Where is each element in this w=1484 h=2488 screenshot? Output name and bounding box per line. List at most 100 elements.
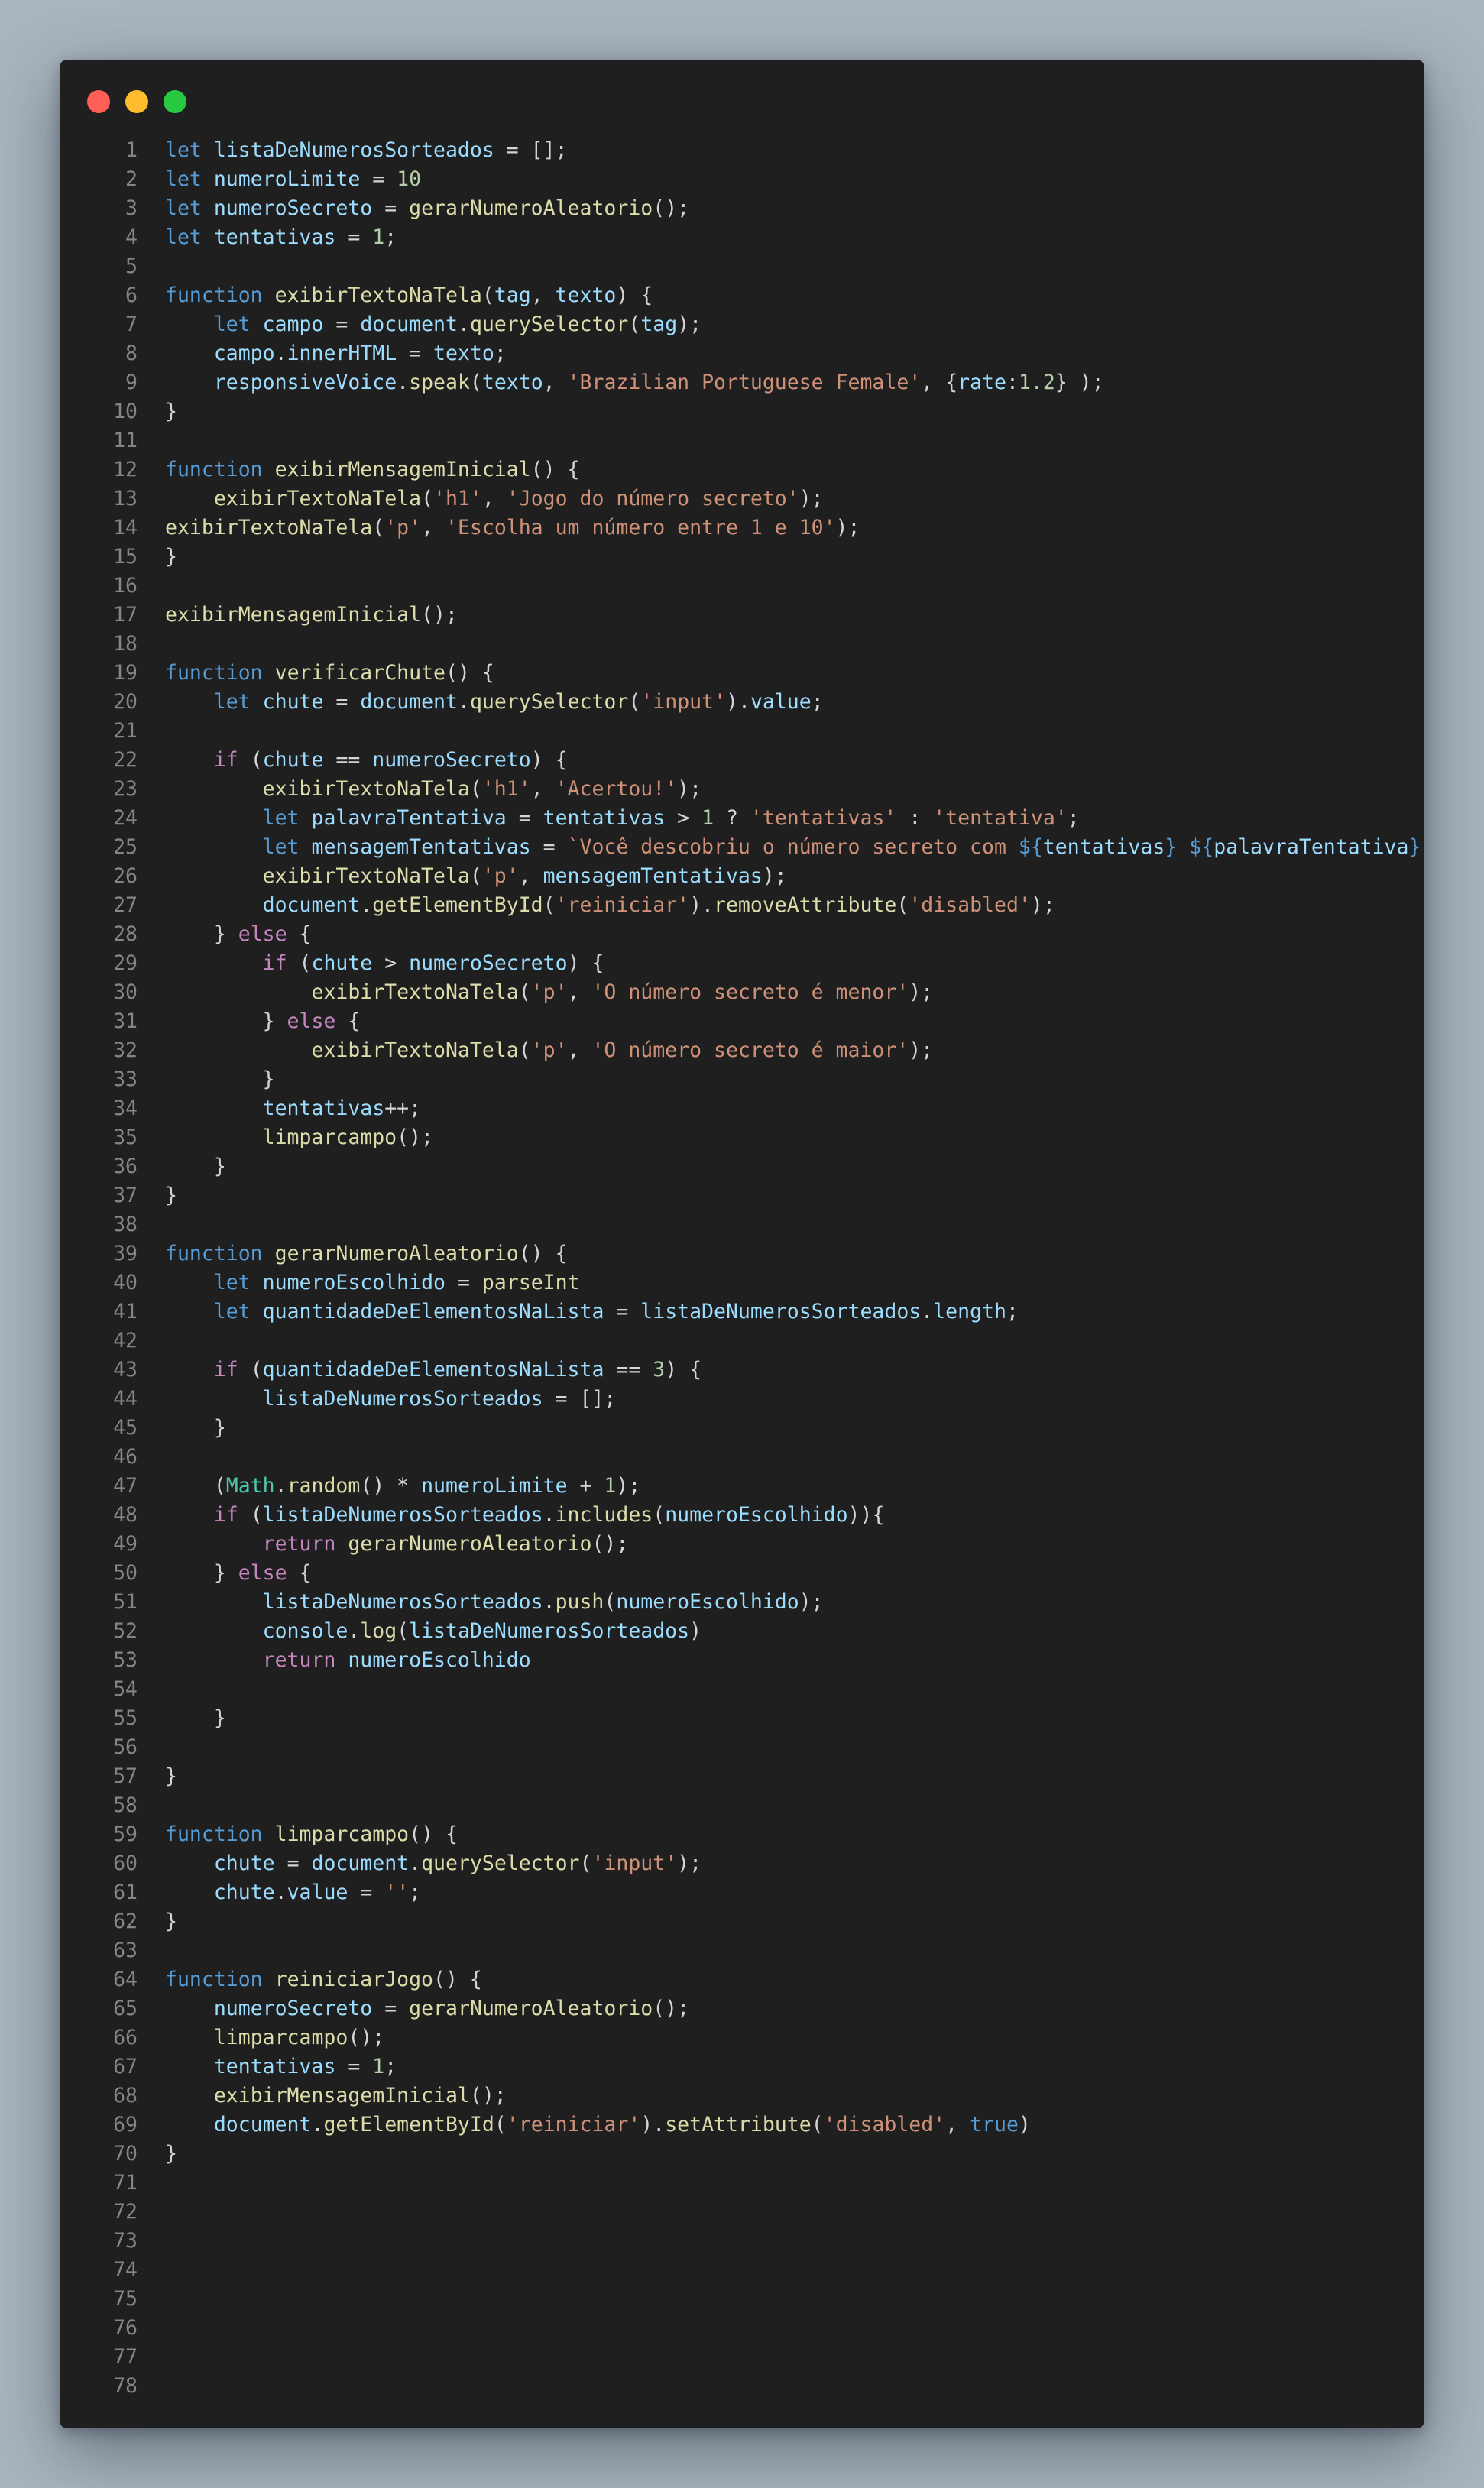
- code-token: ==: [604, 1358, 653, 1382]
- code-token: 'p': [530, 980, 568, 1004]
- code-token: let: [213, 1271, 251, 1294]
- code-line: 51 listaDeNumerosSorteados.push(numeroEs…: [87, 1588, 1417, 1617]
- code-token: .: [274, 1474, 287, 1498]
- code-token: campo: [213, 342, 275, 365]
- code-line: 9 responsiveVoice.speak(texto, 'Brazilia…: [87, 368, 1417, 397]
- line-number: 61: [113, 1881, 138, 1904]
- code-line: 33 }: [87, 1065, 1417, 1094]
- code-token: ();: [469, 2084, 507, 2107]
- code-line: 8 campo.innerHTML = texto;: [87, 339, 1417, 368]
- code-token: (: [811, 2113, 824, 2137]
- line-code: let numeroEscolhido = parseInt: [138, 1268, 580, 1297]
- code-token: document: [213, 2113, 312, 2137]
- code-token: ==: [323, 748, 373, 772]
- code-token: (: [579, 1851, 592, 1875]
- code-token: }: [165, 1910, 177, 1933]
- code-token: verificarChute: [274, 661, 446, 685]
- line-code: responsiveVoice.speak(texto, 'Brazilian …: [138, 368, 1104, 397]
- line-number: 60: [113, 1851, 138, 1875]
- code-line: 38: [87, 1210, 1417, 1239]
- code-token: console: [262, 1619, 348, 1643]
- code-token: let: [165, 167, 202, 191]
- line-number: 62: [113, 1910, 138, 1933]
- code-token: }: [165, 2142, 177, 2166]
- line-code: function exibirMensagemInicial() {: [138, 455, 579, 484]
- line-number: 27: [113, 893, 138, 917]
- code-line: 3 let numeroSecreto = gerarNumeroAleatori…: [87, 194, 1417, 223]
- code-line: 65 numeroSecreto = gerarNumeroAleatorio(…: [87, 1994, 1417, 2023]
- code-line: 47 (Math.random() * numeroLimite + 1);: [87, 1472, 1417, 1501]
- code-token: numeroSecreto: [372, 748, 531, 772]
- minimize-button[interactable]: [125, 90, 148, 113]
- code-token: }: [165, 1416, 226, 1440]
- code-token: ++;: [384, 1097, 422, 1120]
- code-token: ();: [653, 1997, 690, 2020]
- code-token: ,: [518, 864, 543, 888]
- line-number: 70: [113, 2142, 138, 2166]
- code-token: let: [165, 196, 202, 220]
- code-token: (: [287, 951, 312, 975]
- maximize-button[interactable]: [164, 90, 186, 113]
- code-token: );: [835, 516, 860, 539]
- line-number: 78: [113, 2374, 138, 2398]
- line-code: }: [138, 1065, 275, 1094]
- line-code: function reiniciarJogo() {: [138, 1965, 482, 1994]
- code-editor: 1 let listaDeNumerosSorteados = []; 2 let n…: [87, 136, 1424, 2401]
- code-token: listaDeNumerosSorteados: [640, 1300, 922, 1323]
- line-number: 11: [113, 429, 138, 452]
- code-token: );: [677, 313, 702, 336]
- code-token: 1: [372, 225, 385, 249]
- line-code: }: [138, 1152, 226, 1181]
- code-token: }: [165, 1009, 287, 1033]
- line-code: let listaDeNumerosSorteados = [];: [138, 136, 568, 165]
- line-code: exibirTextoNaTela('p', 'O número secreto…: [138, 1036, 933, 1065]
- code-line: 20 let chute = document.querySelector('i…: [87, 688, 1417, 717]
- close-button[interactable]: [87, 90, 110, 113]
- code-token: );: [909, 980, 934, 1004]
- line-code: exibirTextoNaTela('p', 'O número secreto…: [138, 978, 933, 1007]
- code-token: (: [604, 1590, 617, 1614]
- code-token: (: [469, 777, 482, 801]
- code-line: 63: [87, 1936, 1417, 1965]
- line-number: 67: [113, 2055, 138, 2078]
- code-token: 3: [653, 1358, 666, 1382]
- code-token: =: [323, 313, 361, 336]
- code-line: 59 function limparcampo() {: [87, 1820, 1417, 1849]
- line-number: 12: [113, 458, 138, 481]
- code-line: 73: [87, 2227, 1417, 2256]
- code-token: push: [555, 1590, 604, 1614]
- code-token: .: [360, 893, 373, 917]
- code-token: texto: [481, 371, 543, 394]
- line-number: 35: [113, 1126, 138, 1149]
- line-number: 28: [113, 922, 138, 946]
- code-token: innerHTML: [287, 342, 397, 365]
- line-code: if (listaDeNumerosSorteados.includes(num…: [138, 1501, 885, 1530]
- code-token: function: [165, 283, 263, 307]
- line-number: 76: [113, 2316, 138, 2340]
- code-token: .: [457, 313, 470, 336]
- code-token: :: [1006, 371, 1019, 394]
- code-token: (: [481, 283, 494, 307]
- code-token: .: [543, 1590, 556, 1614]
- code-token: ,: [421, 516, 446, 539]
- code-line: 60 chute = document.querySelector('input…: [87, 1849, 1417, 1878]
- code-token: gerarNumeroAleatorio: [348, 1532, 592, 1556]
- line-number: 15: [113, 545, 138, 569]
- code-token: () {: [518, 1242, 568, 1265]
